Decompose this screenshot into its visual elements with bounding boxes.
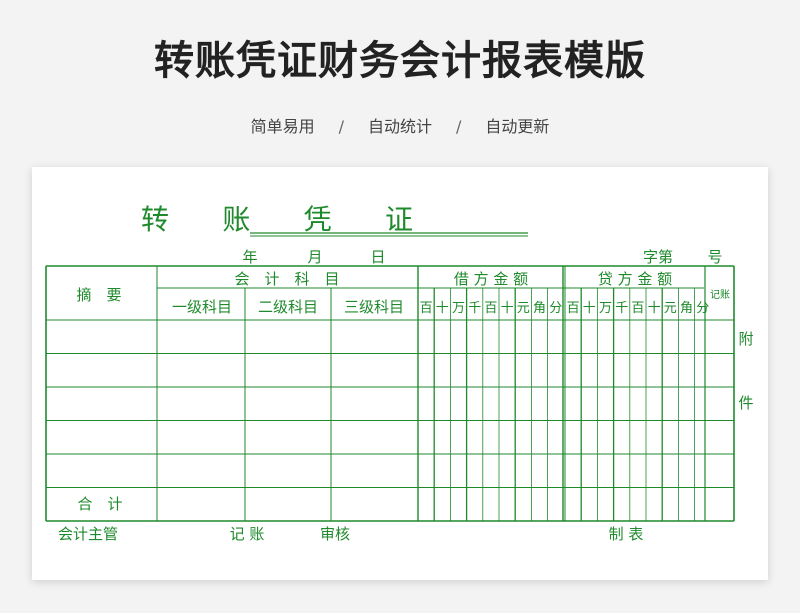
debit-digit-unit: 元 bbox=[517, 301, 530, 316]
credit-digit-unit: 分 bbox=[696, 301, 709, 316]
credit-digit-unit: 百 bbox=[567, 301, 580, 316]
debit-digit-unit: 分 bbox=[549, 301, 562, 316]
footer-reviewer: 审核 bbox=[320, 525, 350, 543]
tag-auto-update: 自动更新 bbox=[485, 117, 550, 136]
account-header: 会 计 科 目 bbox=[234, 270, 339, 288]
separator: / bbox=[456, 117, 462, 136]
separator: / bbox=[338, 117, 344, 136]
voucher-no-prefix: 字第 bbox=[643, 248, 673, 266]
level3-header: 三级科目 bbox=[344, 298, 404, 316]
debit-digit-unit: 角 bbox=[533, 301, 546, 316]
debit-digit-unit: 百 bbox=[420, 301, 433, 316]
level2-header: 二级科目 bbox=[258, 298, 318, 316]
tag-easy: 简单易用 bbox=[250, 117, 315, 136]
date-day: 日 bbox=[370, 248, 385, 266]
summary-header: 摘 要 bbox=[76, 286, 121, 304]
debit-digit-unit: 百 bbox=[484, 301, 497, 316]
footer-bookkeeper: 记 账 bbox=[230, 525, 265, 543]
debit-digit-unit: 万 bbox=[452, 301, 465, 316]
debit-digit-unit: 千 bbox=[468, 301, 481, 316]
voucher-title: 转 账 凭 证 bbox=[141, 203, 413, 236]
page-title: 转账凭证财务会计报表模版 bbox=[154, 38, 646, 84]
voucher-form: 转 账 凭 证 年 月 日 字第 号 摘 要 会 计 科 目 借 方 金 额 贷… bbox=[45, 203, 754, 543]
posted-header: 记账 bbox=[710, 289, 730, 301]
credit-digit-unit: 角 bbox=[680, 301, 693, 316]
debit-header: 借 方 金 额 bbox=[454, 270, 528, 288]
date-year: 年 bbox=[242, 248, 257, 266]
credit-digit-unit: 千 bbox=[615, 301, 628, 316]
credit-digit-unit: 元 bbox=[664, 301, 677, 316]
debit-digit-unit: 十 bbox=[436, 301, 449, 316]
footer-chief-accountant: 会计主管 bbox=[58, 525, 118, 543]
debit-digit-unit: 十 bbox=[501, 301, 514, 316]
attachment-unit: 件 bbox=[738, 394, 753, 412]
voucher-no-suffix: 号 bbox=[707, 248, 722, 266]
credit-header: 贷 方 金 额 bbox=[598, 270, 672, 288]
tag-auto-stats: 自动统计 bbox=[367, 117, 432, 136]
page-subtitle: 简单易用 / 自动统计 / 自动更新 bbox=[0, 113, 800, 137]
voucher-card: 转 账 凭 证 年 月 日 字第 号 摘 要 会 计 科 目 借 方 金 额 贷… bbox=[32, 167, 768, 580]
footer-maker: 制 表 bbox=[609, 525, 644, 543]
credit-digit-unit: 万 bbox=[599, 301, 612, 316]
date-month: 月 bbox=[307, 248, 322, 266]
credit-digit-unit: 百 bbox=[631, 301, 644, 316]
digit-unit-headers: 百十万千百十元角分百十万千百十元角分 bbox=[420, 301, 710, 316]
total-label: 合 计 bbox=[77, 495, 122, 513]
attachment-label: 附 bbox=[738, 330, 753, 348]
credit-digit-unit: 十 bbox=[583, 301, 596, 316]
credit-digit-unit: 十 bbox=[648, 301, 661, 316]
level1-header: 一级科目 bbox=[172, 298, 232, 316]
